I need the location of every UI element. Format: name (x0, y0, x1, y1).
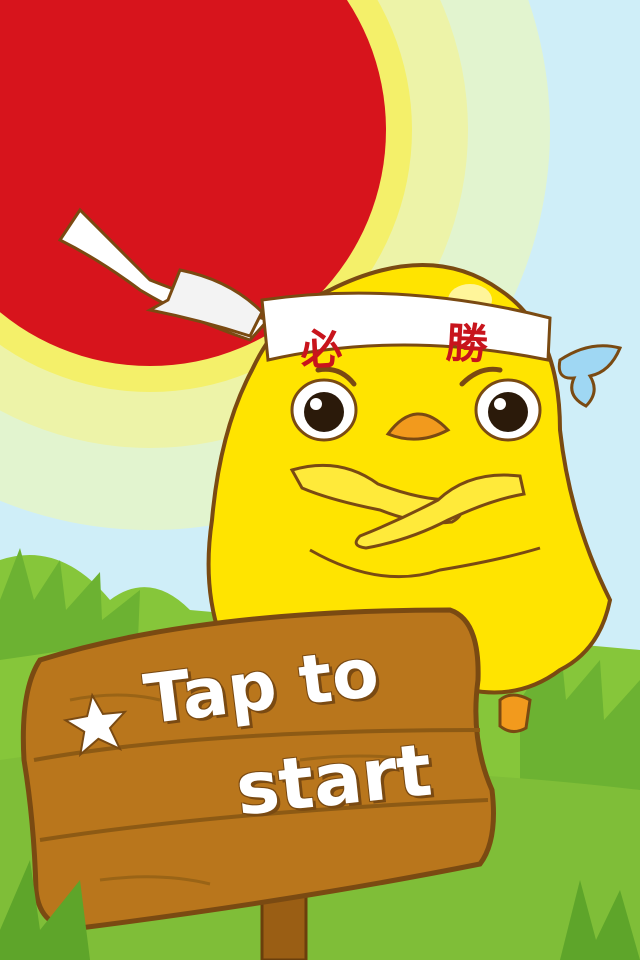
chick-foot (498, 693, 532, 733)
left-eye-shine (310, 398, 322, 410)
right-pupil (488, 392, 528, 432)
tap-to-start-area[interactable]: Tap to start 必 勝 (0, 0, 640, 960)
headband-character-1: 必 (298, 323, 344, 376)
right-eye-shine (494, 398, 506, 410)
left-pupil (304, 392, 344, 432)
headband-character-2: 勝 (444, 317, 490, 370)
